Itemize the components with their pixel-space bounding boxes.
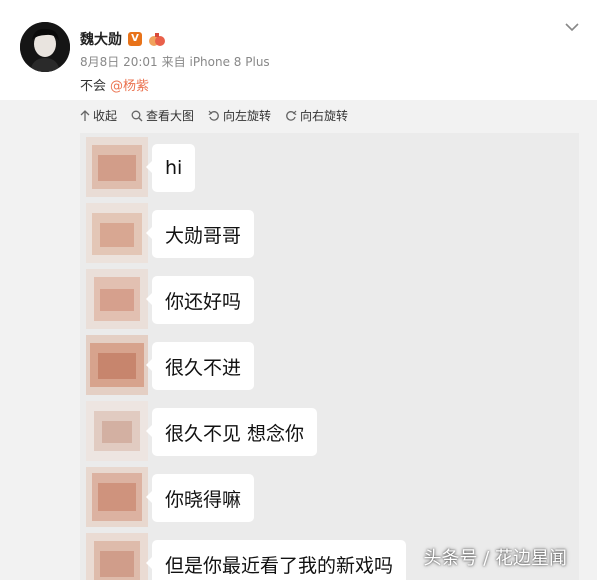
chat-bubble: 你还好吗 (145, 276, 255, 324)
post-body: 不会 (80, 79, 107, 94)
watermark: 头条号 / 花边星闻 (423, 548, 567, 569)
search-icon (131, 110, 143, 121)
collapse-label: 收起 (93, 109, 118, 123)
chat-bubble: 很久不见 想念你 (145, 408, 318, 456)
post-text: 不会 @杨紫 (80, 75, 149, 94)
blurred-avatar (86, 269, 148, 329)
rotate-left-label: 向左旋转 (223, 109, 272, 123)
chevron-down-icon[interactable] (565, 22, 579, 32)
view-large-button[interactable]: 查看大图 (131, 107, 194, 124)
chat-screenshot-image[interactable]: hi 大勋哥哥 你还好吗 很久不进 很久不见 想念你 你晓得嘛 但是你最近看了我… (80, 133, 579, 580)
view-large-label: 查看大图 (146, 109, 195, 123)
post-date[interactable]: 8月8日 20:01 (80, 53, 158, 70)
weibo-post-header: 魏大勋 V 8月8日 20:01 来自 iPhone 8 Plus 不会 @杨紫 (0, 0, 597, 100)
chat-message-text: 很久不进 (165, 356, 242, 379)
chat-message-text: 很久不见 想念你 (165, 422, 305, 445)
verified-badge-icon: V (128, 32, 142, 46)
chat-bubble: hi (145, 144, 196, 192)
chat-bubble: 但是你最近看了我的新戏吗 (145, 540, 407, 580)
blurred-avatar (86, 467, 148, 527)
rotate-right-label: 向右旋转 (300, 109, 349, 123)
chat-bubble: 很久不进 (145, 342, 255, 390)
collapse-button[interactable]: 收起 (80, 107, 117, 124)
rotate-left-button[interactable]: 向左旋转 (208, 107, 271, 124)
chat-message-text: 你还好吗 (165, 290, 242, 313)
blurred-avatar (86, 137, 148, 197)
chat-message-text: 你晓得嘛 (165, 488, 242, 511)
rotate-right-button[interactable]: 向右旋转 (285, 107, 348, 124)
rotate-left-icon (208, 110, 219, 121)
medal-icon (148, 32, 166, 46)
blurred-avatar (86, 335, 148, 395)
author-name[interactable]: 魏大勋 (80, 29, 122, 49)
blurred-avatar (86, 203, 148, 263)
rotate-right-icon (286, 110, 297, 121)
chat-message-text: hi (165, 157, 183, 179)
blurred-avatar (86, 401, 148, 461)
chat-message-text: 大勋哥哥 (165, 224, 242, 247)
arrow-up-icon (80, 109, 90, 121)
post-meta: 8月8日 20:01 来自 iPhone 8 Plus (80, 53, 270, 70)
blurred-avatar (86, 533, 148, 580)
post-source: 来自 iPhone 8 Plus (161, 55, 270, 69)
chat-bubble: 你晓得嘛 (145, 474, 255, 522)
mention-link[interactable]: @杨紫 (110, 79, 149, 94)
chat-message-text: 但是你最近看了我的新戏吗 (165, 554, 394, 577)
chat-bubble: 大勋哥哥 (145, 210, 255, 258)
image-toolbar: 收起 查看大图 向左旋转 向右旋转 (80, 107, 348, 124)
author-avatar[interactable] (20, 22, 70, 72)
